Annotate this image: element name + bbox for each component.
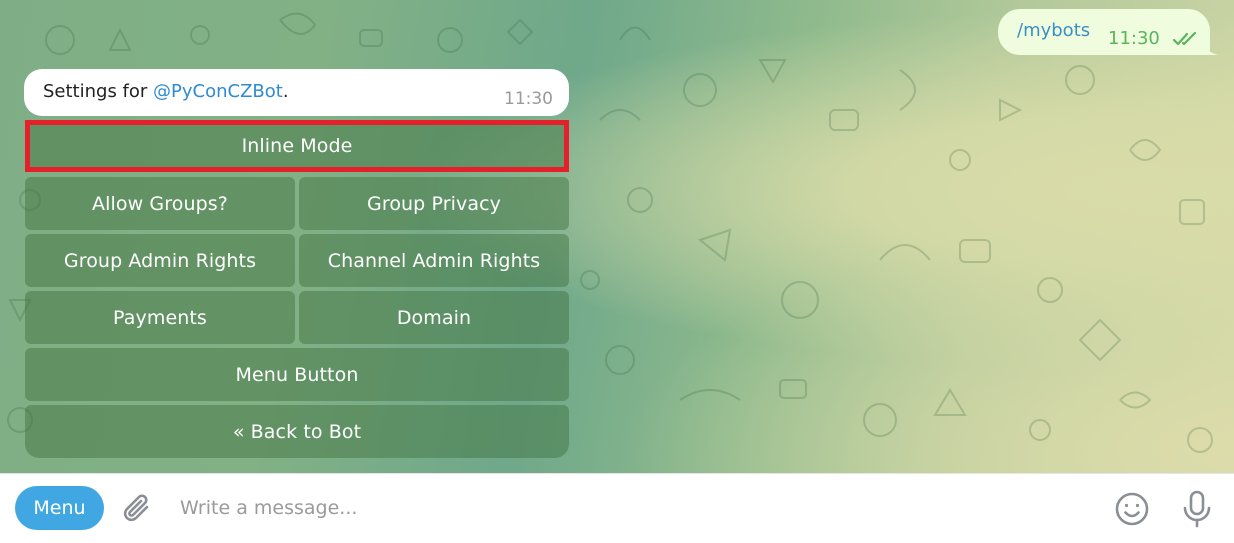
menu-button-setting-button[interactable]: Menu Button — [25, 348, 569, 401]
emoji-icon[interactable] — [1113, 490, 1151, 528]
group-admin-rights-button[interactable]: Group Admin Rights — [25, 234, 295, 287]
bubble-tail — [1204, 42, 1218, 55]
channel-admin-rights-button[interactable]: Channel Admin Rights — [299, 234, 569, 287]
message-prefix: Settings for — [43, 81, 154, 102]
allow-groups-button[interactable]: Allow Groups? — [25, 177, 295, 230]
paperclip-icon[interactable] — [120, 492, 154, 526]
inline-mode-button[interactable]: Inline Mode — [25, 120, 569, 172]
message-input[interactable] — [170, 490, 1090, 526]
back-to-bot-button[interactable]: « Back to Bot — [25, 405, 569, 458]
double-check-icon — [1172, 31, 1197, 46]
incoming-message-text: Settings for @PyConCZBot. — [43, 81, 289, 102]
payments-button[interactable]: Payments — [25, 291, 295, 344]
bot-mention-link[interactable]: @PyConCZBot — [153, 81, 283, 102]
outgoing-message-text: /mybots — [1017, 20, 1091, 41]
domain-button[interactable]: Domain — [299, 291, 569, 344]
outgoing-message-time: 11:30 — [1108, 28, 1160, 49]
group-privacy-button[interactable]: Group Privacy — [299, 177, 569, 230]
microphone-icon[interactable] — [1180, 489, 1214, 529]
incoming-message-time: 11:30 — [504, 89, 553, 109]
message-suffix: . — [282, 81, 289, 102]
menu-button[interactable]: Menu — [15, 486, 104, 530]
